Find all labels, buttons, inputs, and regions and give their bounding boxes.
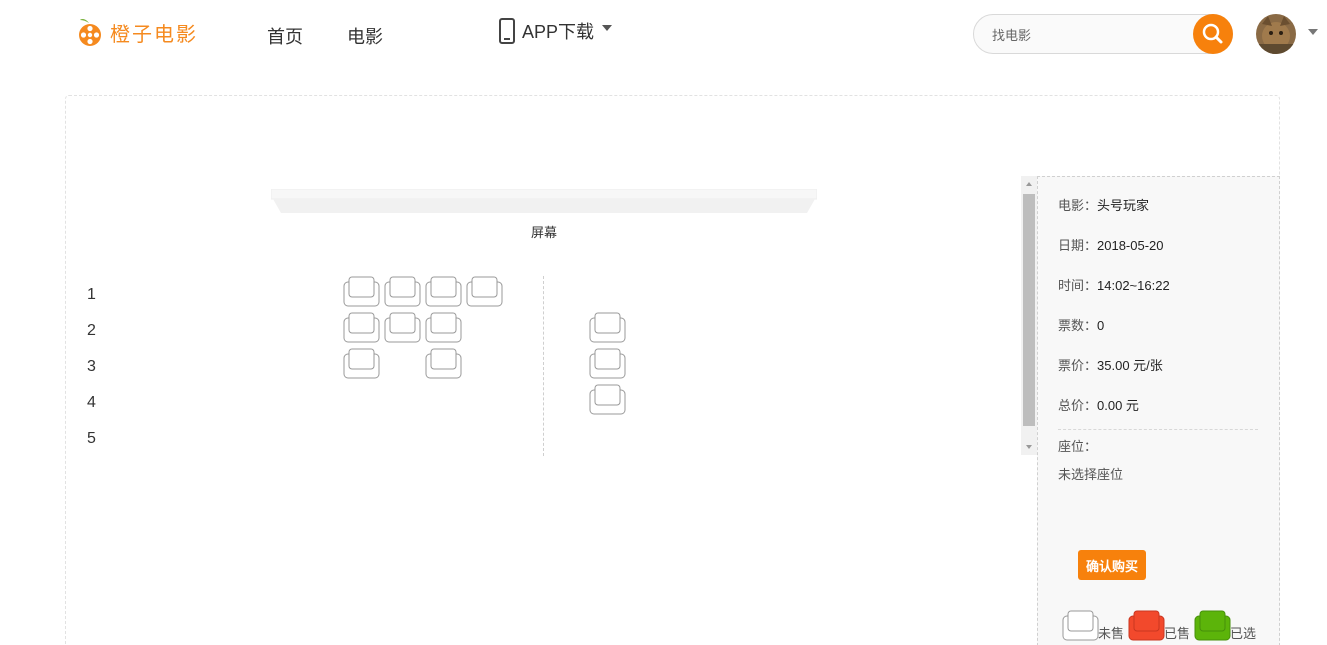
seat-available[interactable] — [425, 312, 462, 343]
avatar-caret-down-icon[interactable] — [1308, 29, 1318, 35]
nav-movie-link[interactable]: 电影 — [347, 23, 383, 49]
order-info-panel: 电影：头号玩家 日期：2018-05-20 时间：14:02~16:22 票数：… — [1037, 176, 1280, 645]
info-date-value: 2018-05-20 — [1097, 238, 1164, 253]
info-divider — [1058, 429, 1258, 430]
phone-icon — [499, 18, 515, 44]
row-label: 2 — [87, 322, 96, 339]
seat-available[interactable] — [343, 312, 380, 343]
info-date: 日期：2018-05-20 — [1058, 235, 1164, 254]
seat-available-icon — [1062, 610, 1099, 641]
legend-available: 未售 — [1062, 610, 1124, 641]
scroll-down-arrow-icon[interactable] — [1026, 445, 1032, 449]
seat-available[interactable] — [589, 312, 626, 343]
user-avatar[interactable] — [1256, 14, 1296, 54]
seat-available[interactable] — [466, 276, 503, 307]
info-total: 总价：0.00 元 — [1058, 395, 1139, 414]
info-seat-label: 座位： — [1058, 439, 1098, 454]
film-reel-logo-icon — [79, 19, 101, 46]
legend-sold-label: 已售 — [1164, 626, 1191, 641]
seat-available[interactable] — [589, 348, 626, 379]
legend-available-label: 未售 — [1098, 626, 1125, 641]
info-time: 时间：14:02~16:22 — [1058, 275, 1170, 294]
seat-available[interactable] — [384, 276, 421, 307]
row-label: 3 — [87, 358, 96, 375]
seat-available[interactable] — [343, 276, 380, 307]
site-logo[interactable]: 橙子电影 — [76, 14, 198, 50]
scroll-up-arrow-icon[interactable] — [1026, 182, 1032, 186]
app-download-label: APP下载 — [522, 22, 595, 42]
app-download-dropdown[interactable]: APP下载 — [499, 18, 613, 44]
avatar-image — [1256, 14, 1296, 54]
info-price-value: 35.00 元/张 — [1097, 358, 1163, 373]
info-seat-value: 未选择座位 — [1058, 467, 1124, 482]
screen-label: 屏幕 — [530, 225, 557, 240]
seat-selected-icon — [1194, 610, 1231, 641]
seat-available[interactable] — [589, 384, 626, 415]
booking-panel: 屏幕 1 2 3 4 5 电影：头号玩家 日期：2018-05-20 时间：14… — [65, 95, 1280, 645]
info-count-label: 票数： — [1058, 318, 1098, 333]
seat-available[interactable] — [425, 348, 462, 379]
info-ticket-count: 票数：0 — [1058, 315, 1104, 334]
info-price: 票价：35.00 元/张 — [1058, 355, 1163, 374]
row-label: 4 — [87, 394, 96, 411]
info-movie-label: 电影： — [1058, 198, 1098, 213]
row-label: 5 — [87, 430, 96, 447]
info-total-label: 总价： — [1058, 398, 1098, 413]
nav-home-link[interactable]: 首页 — [267, 23, 303, 49]
seat-available[interactable] — [343, 348, 380, 379]
screen-graphic — [270, 188, 818, 213]
info-price-label: 票价： — [1058, 358, 1098, 373]
info-time-label: 时间： — [1058, 278, 1098, 293]
info-movie: 电影：头号玩家 — [1058, 195, 1149, 214]
confirm-purchase-button[interactable]: 确认购买 — [1078, 550, 1146, 580]
scrollbar-thumb[interactable] — [1023, 194, 1035, 426]
search-box — [973, 14, 1233, 54]
legend-selected-label: 已选 — [1230, 626, 1257, 641]
info-date-label: 日期： — [1058, 238, 1098, 253]
info-time-value: 14:02~16:22 — [1097, 278, 1170, 293]
seat-available[interactable] — [425, 276, 462, 307]
search-input[interactable] — [992, 25, 1182, 45]
logo-text: 橙子电影 — [110, 21, 198, 46]
seat-available[interactable] — [384, 312, 421, 343]
row-label: 1 — [87, 286, 96, 303]
legend-selected: 已选 — [1194, 610, 1256, 641]
legend-sold: 已售 — [1128, 610, 1190, 641]
aisle-divider — [543, 276, 544, 456]
top-header: 橙子电影 首页 电影 APP下载 — [0, 0, 1327, 70]
seat-map: 屏幕 1 2 3 4 5 — [66, 176, 1021, 473]
cinema-screen: 屏幕 — [270, 188, 818, 241]
seat-sold-icon — [1128, 610, 1165, 641]
vertical-scrollbar[interactable] — [1021, 176, 1037, 455]
caret-down-icon — [602, 25, 613, 31]
search-icon — [1202, 23, 1223, 44]
info-count-value: 0 — [1097, 318, 1105, 333]
info-movie-value: 头号玩家 — [1097, 198, 1150, 213]
seat-legend: 未售 已售 已选 — [1062, 610, 1260, 641]
search-button[interactable] — [1193, 14, 1233, 54]
info-total-value: 0.00 元 — [1097, 398, 1139, 413]
